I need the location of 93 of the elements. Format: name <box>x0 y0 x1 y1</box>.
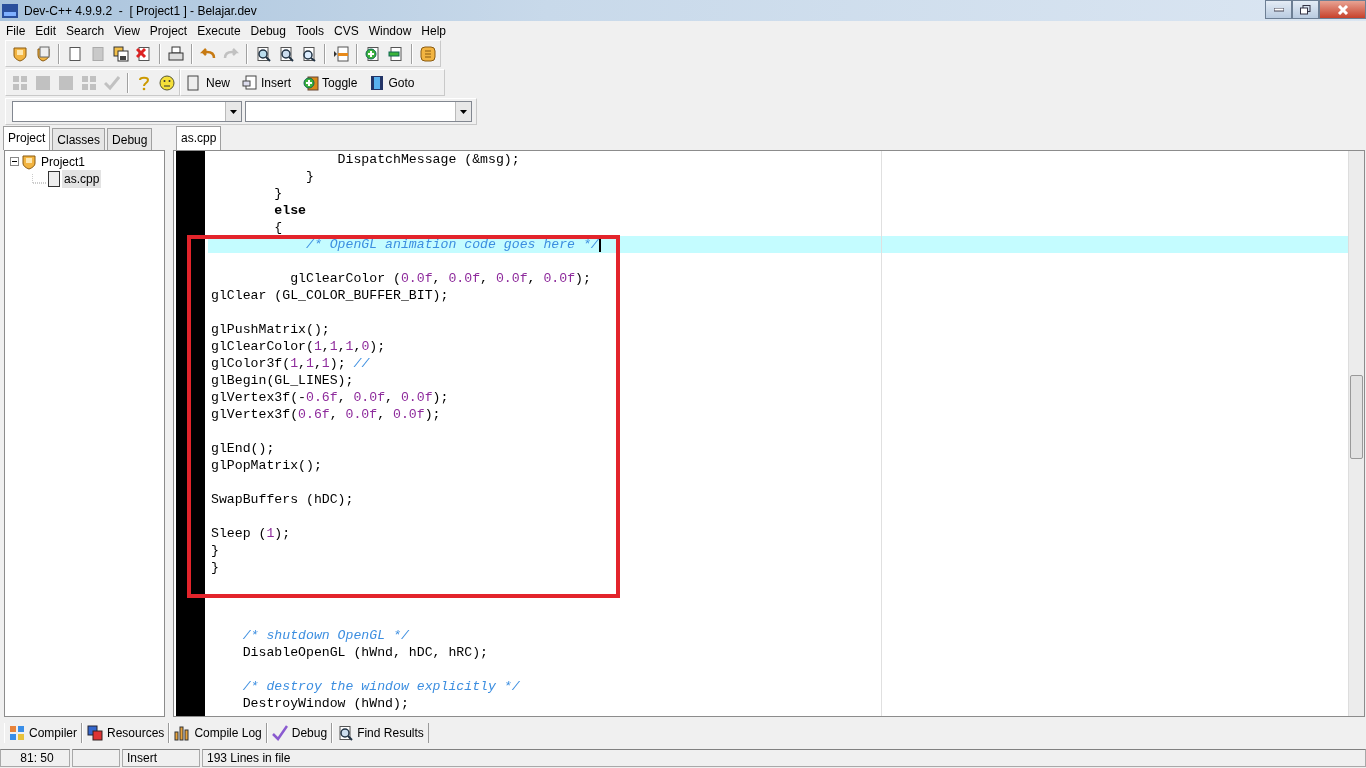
menu-item[interactable]: Search <box>62 21 111 41</box>
menu-item[interactable]: Help <box>417 21 453 41</box>
search-icon[interactable] <box>255 45 271 62</box>
restore-icon <box>1300 4 1311 15</box>
menu-item[interactable]: Execute <box>193 21 247 41</box>
panel-tab[interactable]: Debug <box>266 723 333 744</box>
tree-item[interactable]: Project1 <box>39 152 88 171</box>
window-title: Dev-C++ 4.9.9.2 - [ Project1 ] - Belajar.dev <box>24 2 257 20</box>
menu-item[interactable]: CVS <box>329 21 365 41</box>
menu-item[interactable]: Debug <box>246 21 292 41</box>
code-line: { <box>273 219 284 237</box>
panel-tab[interactable]: Debug <box>107 128 153 151</box>
tree-line <box>32 173 46 184</box>
smiley-icon[interactable] <box>159 74 175 91</box>
menu-item[interactable]: Edit <box>31 21 63 41</box>
code-line: glVertex3f(-0.6f, 0.0f, 0.0f); <box>210 389 450 407</box>
search-icon[interactable] <box>278 45 294 62</box>
code-line: glBegin(GL_LINES); <box>210 372 355 390</box>
toolbar-button[interactable]: Goto <box>369 73 415 92</box>
grid-icon <box>9 725 25 742</box>
code-line: glPushMatrix(); <box>210 321 331 339</box>
code-line: glColor3f(1,1,1); // <box>210 355 371 373</box>
close-file-icon[interactable] <box>136 45 152 62</box>
code-line: DispatchMessage (&msg); <box>336 151 521 169</box>
options-icon[interactable] <box>420 45 436 62</box>
menu-item[interactable]: View <box>110 21 146 41</box>
combo-box[interactable] <box>245 101 472 123</box>
goto-line-icon[interactable] <box>333 45 349 62</box>
project-icon <box>21 153 37 170</box>
code-line: glEnd(); <box>210 440 276 458</box>
toggle-icon <box>303 74 320 91</box>
toolbar-button[interactable]: Toggle <box>303 73 358 92</box>
check-icon <box>271 725 288 742</box>
code-line: glPopMatrix(); <box>210 457 323 475</box>
code-line: } <box>304 168 315 186</box>
status-text: Insert <box>122 748 200 767</box>
toolbar-button[interactable]: Insert <box>242 73 292 92</box>
scroll-thumb[interactable] <box>1350 375 1363 460</box>
code-line: } <box>210 542 220 560</box>
add-file-icon[interactable] <box>365 45 381 62</box>
code-line: DisableOpenGL (hWnd, hDC, hRC); <box>241 644 489 662</box>
save-all-icon[interactable] <box>113 45 129 62</box>
code-line: else <box>273 202 307 220</box>
code-line: glClear (GL_COLOR_BUFFER_BIT); <box>210 287 450 305</box>
menu-item[interactable]: Tools <box>291 21 330 41</box>
code-line: glClearColor(1,1,1,0); <box>210 338 387 356</box>
combo-box[interactable] <box>12 101 242 123</box>
code-line: /* shutdown OpenGL */ <box>241 627 410 645</box>
code-line: } <box>210 559 220 577</box>
code-line: glClearColor (0.0f, 0.0f, 0.0f, 0.0f); <box>289 270 592 288</box>
code-line: } <box>273 185 284 203</box>
status-text: 81: 50 <box>0 748 70 767</box>
bar-chart-icon <box>174 725 191 742</box>
help-icon[interactable] <box>136 74 152 91</box>
resources-icon <box>87 725 103 742</box>
status-text: 193 Lines in file <box>202 748 1366 767</box>
status-pane <box>72 748 120 767</box>
code-line: /* destroy the window explicitly */ <box>241 678 521 696</box>
panel-tab[interactable]: Project <box>3 126 51 151</box>
code-line: SwapBuffers (hDC); <box>210 491 355 509</box>
maximize-button[interactable] <box>1292 0 1319 19</box>
new-project-icon[interactable] <box>35 45 51 62</box>
toolbar-button[interactable]: New <box>187 73 230 92</box>
menu-item[interactable]: Project <box>145 21 194 41</box>
tree-item[interactable]: as.cpp <box>62 169 102 188</box>
panel-tab[interactable]: Compiler <box>4 723 82 744</box>
replace-icon[interactable] <box>301 45 317 62</box>
close-icon <box>1336 4 1349 15</box>
minimize-icon <box>1273 7 1284 12</box>
panel-tab[interactable]: Compile Log <box>169 723 267 744</box>
menu-item[interactable]: File <box>2 21 32 41</box>
bookmark-icon <box>369 74 386 91</box>
panel-tab[interactable]: Classes <box>52 128 106 151</box>
app-logo-icon <box>2 3 18 18</box>
collapse-icon[interactable] <box>10 157 19 167</box>
file-icon[interactable] <box>67 45 83 62</box>
menu-item[interactable]: Window <box>364 21 418 41</box>
code-line: Sleep (1); <box>210 525 292 543</box>
editor-tab[interactable]: as.cpp <box>176 126 222 151</box>
panel-tab[interactable]: Find Results <box>332 723 429 744</box>
panel-tab[interactable]: Resources <box>82 723 170 744</box>
caret-icon <box>230 109 237 114</box>
scrollbar[interactable] <box>1348 151 1364 717</box>
project-icon[interactable] <box>12 45 28 62</box>
code-line: glVertex3f(0.6f, 0.0f, 0.0f); <box>210 406 442 424</box>
caret-icon <box>460 109 467 114</box>
file-icon <box>48 170 60 187</box>
printer-icon[interactable] <box>168 45 184 62</box>
search-icon <box>337 725 354 742</box>
code-line: DestroyWindow (hWnd); <box>241 695 410 713</box>
insert-icon <box>242 74 258 91</box>
close-button[interactable] <box>1319 0 1366 19</box>
remove-file-icon[interactable] <box>388 45 404 62</box>
